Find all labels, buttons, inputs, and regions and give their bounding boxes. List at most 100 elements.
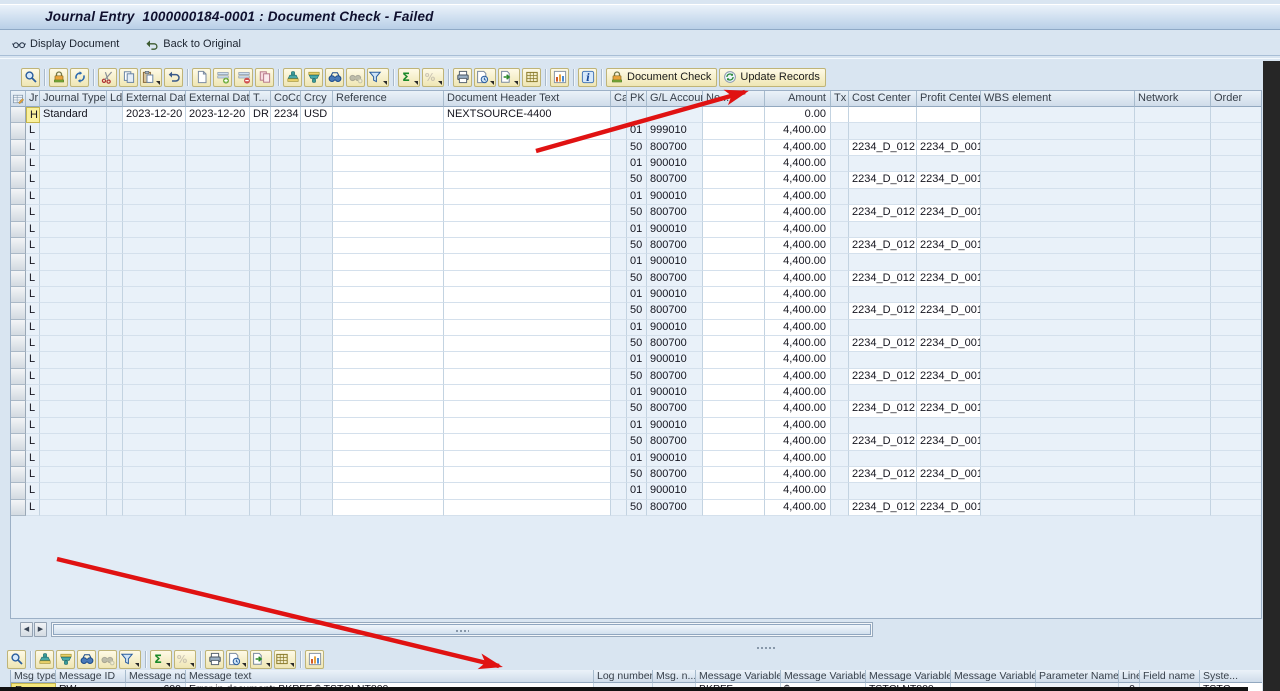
grid-cell[interactable] (186, 369, 250, 385)
grid-cell[interactable] (250, 483, 271, 499)
grid-cell[interactable] (1135, 254, 1211, 270)
grid-cell[interactable]: 2234_D_012 (849, 401, 917, 417)
grid-cell[interactable] (1211, 222, 1262, 238)
grid-cell[interactable] (123, 222, 186, 238)
grid-cell[interactable] (611, 336, 627, 352)
grid-cell[interactable] (333, 500, 444, 516)
grid-cell[interactable]: 2234_D_001 (917, 140, 981, 156)
grid-cell[interactable] (271, 320, 301, 336)
grid-cell[interactable] (107, 107, 123, 123)
grid-cell[interactable]: 4,400.00 (765, 336, 831, 352)
row-select-button[interactable] (11, 385, 26, 401)
grid-cell[interactable] (40, 271, 107, 287)
grid-cell[interactable] (981, 467, 1135, 483)
grid-cell[interactable] (333, 123, 444, 139)
grid-cell[interactable]: L (26, 369, 40, 385)
grid-cell[interactable]: 800700 (647, 271, 703, 287)
grid-cell[interactable] (611, 500, 627, 516)
grid-cell[interactable] (250, 451, 271, 467)
grid-cell[interactable] (40, 320, 107, 336)
grid-cell[interactable] (1135, 352, 1211, 368)
grid-cell[interactable]: 900010 (647, 385, 703, 401)
grid-cell[interactable] (271, 467, 301, 483)
grid-cell[interactable] (123, 123, 186, 139)
grid-cell[interactable] (123, 336, 186, 352)
grid-cell[interactable]: 50 (627, 434, 647, 450)
grid-cell[interactable]: 01 (627, 287, 647, 303)
row-select-button[interactable] (11, 352, 26, 368)
grid-cell[interactable] (301, 172, 333, 188)
grid-cell[interactable] (1135, 467, 1211, 483)
grid-cell[interactable] (703, 385, 765, 401)
grid-cell[interactable] (186, 140, 250, 156)
grid-cell[interactable] (703, 140, 765, 156)
grid-cell[interactable]: 50 (627, 336, 647, 352)
column-header[interactable]: Amount (765, 91, 831, 107)
refresh-button[interactable] (70, 68, 89, 87)
grid-cell[interactable]: 01 (627, 189, 647, 205)
grid-cell[interactable] (831, 254, 849, 270)
grid-cell[interactable]: 2234_D_001 (917, 500, 981, 516)
grid-cell[interactable] (849, 352, 917, 368)
grid-cell[interactable]: 2234_D_012 (849, 271, 917, 287)
grid-cell[interactable] (123, 434, 186, 450)
grid-cell[interactable] (849, 287, 917, 303)
grid-cell[interactable] (703, 156, 765, 172)
grid-cell[interactable]: 50 (627, 369, 647, 385)
info-button[interactable]: i (578, 68, 597, 87)
grid-cell[interactable] (271, 352, 301, 368)
grid-cell[interactable]: 2234_D_001 (917, 401, 981, 417)
grid-cell[interactable] (1211, 123, 1262, 139)
grid-cell[interactable] (1211, 254, 1262, 270)
message-column-header[interactable]: Message Variable (781, 670, 866, 683)
grid-cell[interactable] (444, 254, 611, 270)
grid-cell[interactable]: 01 (627, 418, 647, 434)
grid-cell[interactable] (107, 418, 123, 434)
grid-cell[interactable] (981, 500, 1135, 516)
grid-cell[interactable]: 800700 (647, 140, 703, 156)
grid-cell[interactable] (1211, 500, 1262, 516)
grid-cell[interactable] (271, 123, 301, 139)
grid-cell[interactable] (123, 156, 186, 172)
grid-cell[interactable] (917, 287, 981, 303)
grid-cell[interactable] (917, 352, 981, 368)
grid-cell[interactable] (831, 385, 849, 401)
grid-cell[interactable] (1135, 418, 1211, 434)
grid-cell[interactable] (703, 401, 765, 417)
grid-cell[interactable] (107, 500, 123, 516)
grid-cell[interactable] (831, 467, 849, 483)
grid-cell[interactable] (611, 254, 627, 270)
grid-cell[interactable] (301, 238, 333, 254)
grid-cell[interactable]: 50 (627, 172, 647, 188)
grid-cell[interactable] (611, 385, 627, 401)
row-select-button[interactable] (11, 156, 26, 172)
grid-cell[interactable] (123, 172, 186, 188)
grid-cell[interactable] (1135, 483, 1211, 499)
grid-cell[interactable] (186, 467, 250, 483)
grid-cell[interactable] (611, 320, 627, 336)
print-button[interactable] (453, 68, 472, 87)
grid-cell[interactable] (333, 254, 444, 270)
grid-cell[interactable] (1135, 140, 1211, 156)
grid-cell[interactable]: L (26, 123, 40, 139)
grid-cell[interactable] (271, 401, 301, 417)
grid-cell[interactable]: 2234_D_001 (917, 336, 981, 352)
column-header[interactable]: PK (627, 91, 647, 107)
column-header[interactable]: Jr (26, 91, 40, 107)
grid-cell[interactable]: 900010 (647, 320, 703, 336)
grid-cell[interactable] (40, 401, 107, 417)
graphic-button[interactable] (305, 650, 324, 669)
grid-cell[interactable] (333, 107, 444, 123)
row-select-button[interactable] (11, 254, 26, 270)
grid-cell[interactable] (703, 483, 765, 499)
grid-cell[interactable] (611, 401, 627, 417)
grid-cell[interactable] (107, 320, 123, 336)
grid-cell[interactable] (444, 434, 611, 450)
grid-cell[interactable] (1211, 156, 1262, 172)
grid-cell[interactable]: L (26, 172, 40, 188)
grid-cell[interactable] (831, 320, 849, 336)
grid-cell[interactable]: 01 (627, 222, 647, 238)
grid-cell[interactable] (333, 401, 444, 417)
grid-cell[interactable] (107, 172, 123, 188)
grid-cell[interactable] (271, 140, 301, 156)
